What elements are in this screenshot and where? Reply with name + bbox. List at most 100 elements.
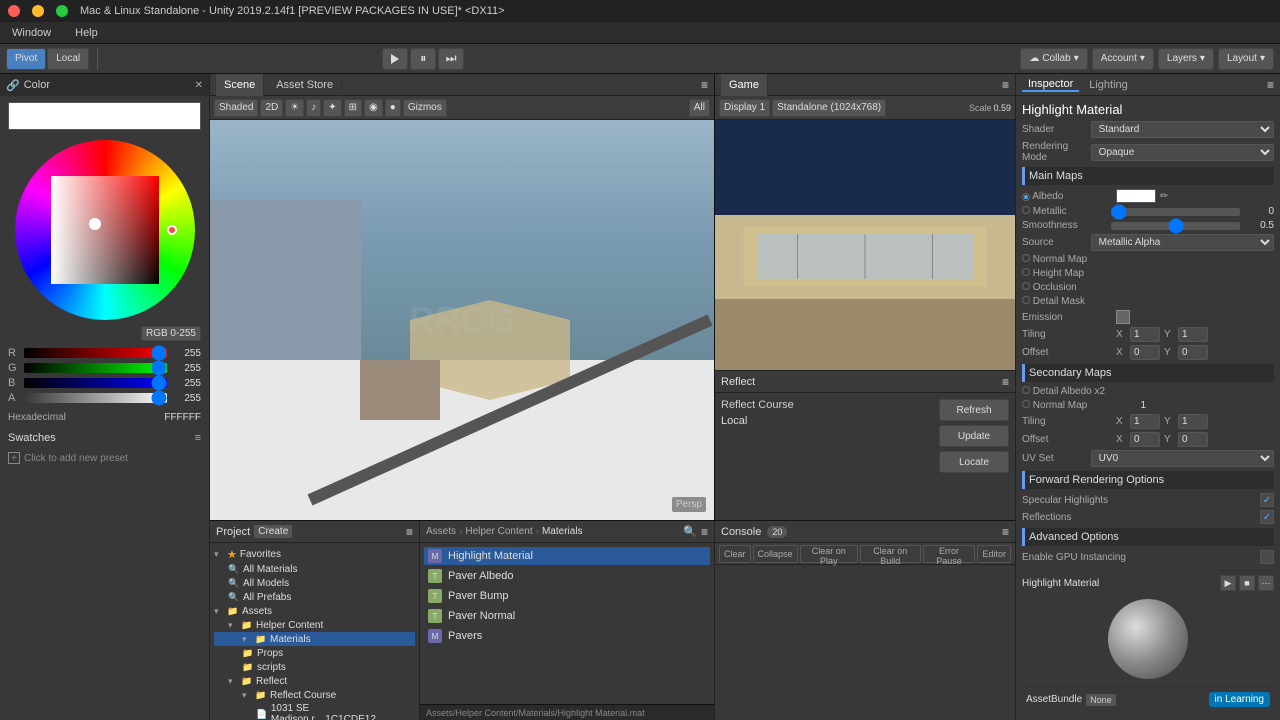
albedo-color-swatch[interactable] [1116, 189, 1156, 203]
helper-content-item[interactable]: ▾ 📁 Helper Content [214, 618, 415, 632]
title-bar-max[interactable] [56, 5, 68, 17]
preview-options-btn[interactable]: ⋯ [1258, 575, 1274, 591]
console-clear-btn[interactable]: Clear [719, 545, 751, 563]
asset-store-tab[interactable]: Asset Store [268, 74, 342, 96]
color-panel-close[interactable]: ✕ [195, 80, 203, 91]
scene-tab[interactable]: Scene [216, 74, 264, 96]
display-dropdown[interactable]: Display 1 [719, 99, 770, 117]
gpu-instancing-checkbox[interactable] [1260, 550, 1274, 564]
refresh-button[interactable]: Refresh [939, 399, 1009, 421]
source-dropdown[interactable]: Metallic Alpha [1091, 234, 1274, 251]
smoothness-slider[interactable] [1111, 222, 1240, 230]
layers-button[interactable]: Layers ▾ [1158, 48, 1214, 70]
paver-albedo-item[interactable]: T Paver Albedo [424, 567, 710, 585]
sec-tiling-y-input[interactable] [1178, 414, 1208, 429]
fx-button[interactable]: ✦ [323, 99, 341, 117]
title-bar-min[interactable] [32, 5, 44, 17]
shader-dropdown[interactable]: Standard [1091, 121, 1274, 138]
assets-search-icon[interactable]: 🔍 [683, 525, 697, 538]
console-clear-build-btn[interactable]: Clear on Build [860, 545, 921, 563]
audio-button[interactable]: ♪ [306, 99, 321, 117]
scripts-item[interactable]: 📁 scripts [214, 660, 415, 674]
console-clear-play-btn[interactable]: Clear on Play [800, 545, 858, 563]
bc-helper[interactable]: Helper Content [465, 526, 532, 537]
all-models-item[interactable]: 🔍 All Models [214, 576, 415, 590]
tiling-y-input[interactable] [1178, 327, 1208, 342]
paver-bump-item[interactable]: T Paver Bump [424, 587, 710, 605]
game-tab[interactable]: Game [721, 74, 768, 96]
sec-offset-x-input[interactable] [1130, 432, 1160, 447]
tiling-x-input[interactable] [1130, 327, 1160, 342]
reflect-course-item[interactable]: ▾ 📁 Reflect Course [214, 688, 415, 702]
color-saturation-dot[interactable] [89, 218, 101, 230]
offset-x-input[interactable] [1130, 345, 1160, 360]
metallic-slider[interactable] [1111, 208, 1240, 216]
rgb-mode-button[interactable]: RGB 0-255 [141, 326, 201, 341]
color-wheel-container[interactable] [15, 140, 195, 320]
local-button[interactable]: Local [47, 48, 89, 70]
menu-window[interactable]: Window [8, 25, 55, 41]
resolution-dropdown[interactable]: Standalone (1024x768) [772, 99, 886, 117]
pivot-button[interactable]: Pivot [6, 48, 46, 70]
menu-help[interactable]: Help [71, 25, 102, 41]
offset-y-input[interactable] [1178, 345, 1208, 360]
console-collapse-btn[interactable]: Collapse [753, 545, 798, 563]
gizmos-button[interactable]: Gizmos [403, 99, 447, 117]
inspector-tab[interactable]: Inspector [1022, 78, 1079, 92]
reflect-menu-icon[interactable]: ≡ [1002, 375, 1009, 389]
materials-folder-item[interactable]: ▾ 📁 Materials [214, 632, 415, 646]
console-error-pause-btn[interactable]: Error Pause [923, 545, 976, 563]
madison-1[interactable]: 📄 1031 SE Madison.r....1C1CDE12 [214, 702, 415, 720]
preview-stop-btn[interactable]: ■ [1239, 575, 1255, 591]
uv-set-dropdown[interactable]: UV0 [1091, 450, 1274, 467]
channel-r-slider[interactable] [24, 348, 167, 358]
title-bar-close[interactable] [8, 5, 20, 17]
scene-tools-3[interactable]: ● [385, 99, 401, 117]
reflect-item[interactable]: ▾ 📁 Reflect [214, 674, 415, 688]
play-button[interactable] [382, 48, 408, 70]
create-button[interactable]: Create [254, 525, 292, 538]
emission-swatch[interactable] [1116, 310, 1130, 324]
scene-tools-2[interactable]: ◉ [364, 99, 383, 117]
scene-menu-icon[interactable]: ≡ [701, 78, 708, 92]
specular-checkbox[interactable]: ✓ [1260, 493, 1274, 507]
albedo-pencil-icon[interactable]: ✏ [1160, 191, 1168, 202]
bc-materials[interactable]: Materials [542, 526, 583, 537]
layout-button[interactable]: Layout ▾ [1218, 48, 1274, 70]
bc-assets[interactable]: Assets [426, 526, 456, 537]
channel-b-slider[interactable] [24, 378, 167, 388]
swatches-menu[interactable]: ≡ [195, 432, 201, 444]
all-materials-item[interactable]: 🔍 All Materials [214, 562, 415, 576]
console-menu-icon[interactable]: ≡ [1002, 525, 1009, 539]
color-sq[interactable] [51, 176, 159, 284]
highlight-material-item[interactable]: M Highlight Material [424, 547, 710, 565]
reflections-checkbox[interactable]: ✓ [1260, 510, 1274, 524]
assets-menu-icon[interactable]: ≡ [701, 525, 708, 539]
game-menu-icon[interactable]: ≡ [1002, 78, 1009, 92]
step-button[interactable]: ⏭ [438, 48, 464, 70]
all-prefabs-item[interactable]: 🔍 All Prefabs [214, 590, 415, 604]
favorites-item[interactable]: ▾ ★ Favorites [214, 547, 415, 562]
lighting-tab[interactable]: Lighting [1083, 79, 1134, 91]
account-button[interactable]: Account ▾ [1092, 48, 1154, 70]
preview-play-btn[interactable]: ▶ [1220, 575, 1236, 591]
paver-normal-item[interactable]: T Paver Normal [424, 607, 710, 625]
pavers-item[interactable]: M Pavers [424, 627, 710, 645]
console-editor-btn[interactable]: Editor [977, 545, 1011, 563]
scene-view[interactable]: RRCG Persp [210, 120, 714, 520]
channel-a-slider[interactable] [24, 393, 167, 403]
rendering-mode-dropdown[interactable]: Opaque [1091, 144, 1274, 161]
scene-all-button[interactable]: All [689, 99, 710, 117]
pause-button[interactable]: ⏸ [410, 48, 436, 70]
sec-offset-y-input[interactable] [1178, 432, 1208, 447]
shaded-dropdown[interactable]: Shaded [214, 99, 258, 117]
project-menu-icon[interactable]: ≡ [406, 525, 413, 539]
channel-g-slider[interactable] [24, 363, 167, 373]
color-hue-dot[interactable] [167, 225, 177, 235]
scene-tools-1[interactable]: ⊞ [344, 99, 362, 117]
inspector-menu-icon[interactable]: ≡ [1267, 78, 1274, 92]
sec-tiling-x-input[interactable] [1130, 414, 1160, 429]
2d-button[interactable]: 2D [260, 99, 283, 117]
light-button[interactable]: ☀ [285, 99, 304, 117]
add-preset[interactable]: + Click to add new preset [0, 448, 209, 468]
